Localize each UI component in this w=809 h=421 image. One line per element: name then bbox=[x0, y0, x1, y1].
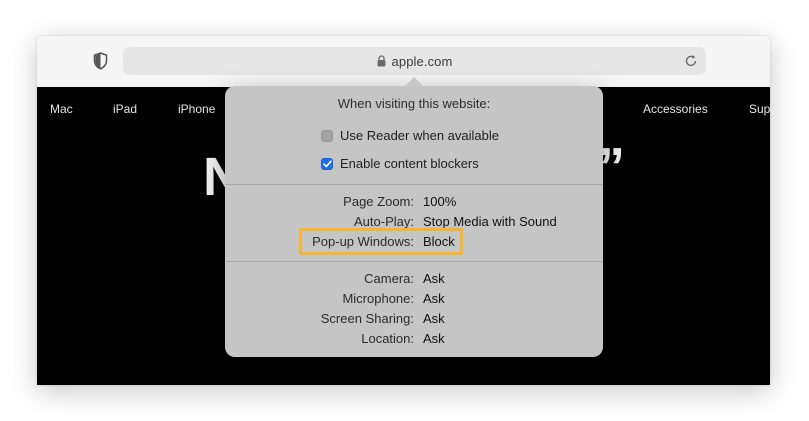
microphone-value[interactable]: Ask bbox=[423, 291, 445, 306]
nav-item-mac[interactable]: Mac bbox=[50, 102, 73, 116]
nav-item-ipad[interactable]: iPad bbox=[113, 102, 137, 116]
page-zoom-label: Page Zoom: bbox=[343, 194, 414, 209]
reader-checkbox-label[interactable]: Use Reader when available bbox=[340, 128, 499, 143]
camera-label: Camera: bbox=[364, 271, 414, 286]
nav-item-accessories[interactable]: Accessories bbox=[643, 102, 708, 116]
reader-checkbox-row[interactable]: Use Reader when available bbox=[321, 128, 499, 143]
screen-sharing-value[interactable]: Ask bbox=[423, 311, 445, 326]
microphone-label: Microphone: bbox=[342, 291, 414, 306]
popover-divider bbox=[225, 261, 603, 262]
lock-icon bbox=[377, 55, 386, 67]
popover-divider bbox=[225, 184, 603, 185]
auto-play-label: Auto-Play: bbox=[354, 214, 414, 229]
camera-row: Camera: Ask bbox=[225, 271, 603, 289]
popover-pointer bbox=[404, 77, 424, 87]
checkmark-icon bbox=[322, 159, 332, 167]
screen-sharing-row: Screen Sharing: Ask bbox=[225, 311, 603, 329]
camera-value[interactable]: Ask bbox=[423, 271, 445, 286]
popover-title: When visiting this website: bbox=[337, 96, 491, 111]
nav-item-iphone[interactable]: iPhone bbox=[178, 102, 215, 116]
reader-checkbox[interactable] bbox=[321, 129, 333, 142]
popup-windows-highlight bbox=[299, 228, 463, 255]
website-settings-popover: When visiting this website: Use Reader w… bbox=[225, 77, 603, 357]
content-blockers-checkbox[interactable] bbox=[321, 157, 333, 170]
page-zoom-row: Page Zoom: 100% bbox=[225, 194, 603, 212]
location-label: Location: bbox=[361, 331, 414, 346]
microphone-row: Microphone: Ask bbox=[225, 291, 603, 309]
address-bar[interactable]: apple.com bbox=[123, 47, 706, 75]
page-zoom-value[interactable]: 100% bbox=[423, 194, 456, 209]
nav-item-support[interactable]: Sup bbox=[749, 102, 770, 116]
content-blockers-checkbox-label[interactable]: Enable content blockers bbox=[340, 156, 479, 171]
location-row: Location: Ask bbox=[225, 331, 603, 349]
url-text[interactable]: apple.com bbox=[392, 54, 453, 69]
auto-play-value[interactable]: Stop Media with Sound bbox=[423, 214, 557, 229]
shield-icon[interactable] bbox=[93, 52, 108, 70]
content-blockers-checkbox-row[interactable]: Enable content blockers bbox=[321, 156, 479, 171]
location-value[interactable]: Ask bbox=[423, 331, 445, 346]
reload-icon[interactable] bbox=[684, 54, 698, 68]
browser-window: apple.com Mac iPad iPhone Accessories Su… bbox=[37, 36, 770, 385]
screen-sharing-label: Screen Sharing: bbox=[320, 311, 414, 326]
